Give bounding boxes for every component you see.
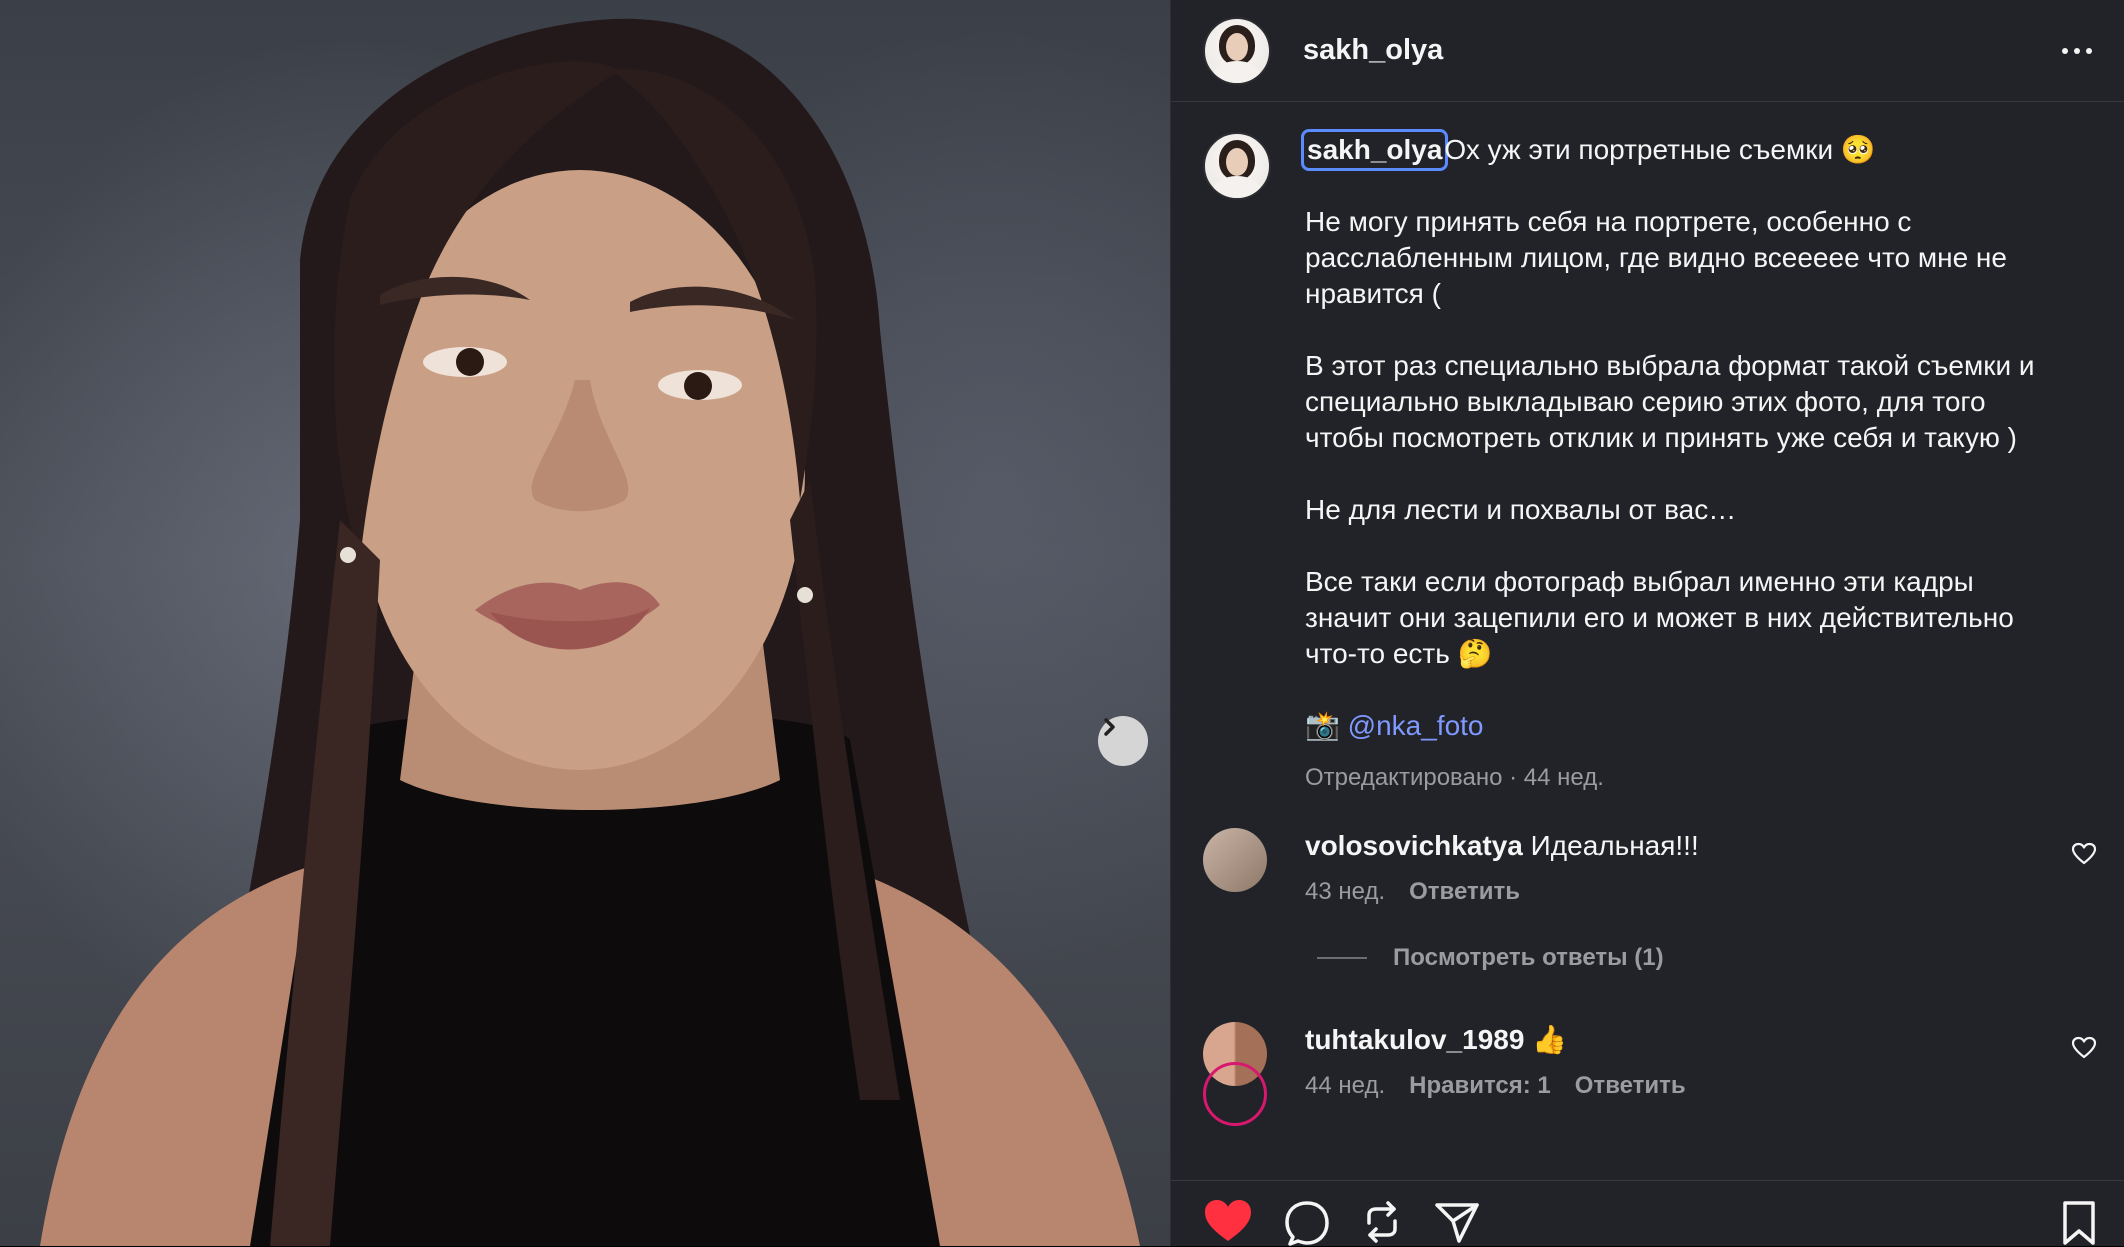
chevron-right-icon <box>1104 718 1115 736</box>
comment-username[interactable]: tuhtakulov_1989 <box>1305 1024 1524 1055</box>
caption-first-line: Ох уж эти портретные съемки 🥺 <box>1444 134 1876 165</box>
camera-icon: 📸 <box>1305 710 1340 741</box>
more-dots-icon[interactable] <box>2062 38 2092 64</box>
caption-paragraph: Все таки если фотограф выбрал именно эти… <box>1305 566 2014 669</box>
comment-text: Идеальная!!! <box>1530 830 1699 861</box>
replies-divider-line <box>1317 957 1367 959</box>
comment-time: 43 нед. <box>1305 878 1386 905</box>
comment-item: volosovichkatya Идеальная!!! 43 нед. Отв… <box>1171 828 2124 906</box>
heart-outline-icon[interactable] <box>2071 1036 2097 1060</box>
comment-time: 44 нед. <box>1305 1072 1386 1099</box>
post-header: sakh_olya <box>1171 0 2124 102</box>
caption-author-avatar[interactable] <box>1203 132 1271 200</box>
reply-button[interactable]: Ответить <box>1409 878 1520 906</box>
heart-outline-icon[interactable] <box>2071 842 2097 866</box>
heart-filled-icon[interactable] <box>1203 1199 1253 1243</box>
post-details-panel: sakh_olya sakh_olyaОх уж эти портретные … <box>1170 0 2124 1246</box>
commenter-avatar[interactable] <box>1203 1062 1267 1126</box>
post-caption: sakh_olyaОх уж эти портретные съемки 🥺 Н… <box>1171 102 2124 792</box>
comments-scroll-area[interactable]: sakh_olyaОх уж эти портретные съемки 🥺 Н… <box>1171 102 2124 1180</box>
photographer-mention-link[interactable]: @nka_foto <box>1348 710 1484 741</box>
caption-paragraph: Не для лести и похвалы от вас… <box>1305 494 1737 525</box>
caption-meta: Отредактировано · 44 нед. <box>1305 764 1604 791</box>
post-viewer: sakh_olya sakh_olyaОх уж эти портретные … <box>0 0 2124 1246</box>
post-photo[interactable] <box>0 0 1170 1246</box>
comment-username[interactable]: volosovichkatya <box>1305 830 1523 861</box>
bookmark-icon[interactable] <box>2061 1199 2097 1245</box>
next-photo-button[interactable] <box>1098 716 1148 766</box>
post-actions-bar <box>1171 1180 2124 1246</box>
paper-plane-icon[interactable] <box>1433 1199 1481 1245</box>
comment-bubble-icon[interactable] <box>1283 1199 1331 1247</box>
caption-paragraph: В этот раз специально выбрала формат так… <box>1305 350 2035 453</box>
comment-likes-button[interactable]: Нравится: 1 <box>1409 1072 1551 1100</box>
comment-text: 👍 <box>1532 1024 1568 1055</box>
comment-item: tuhtakulov_1989 👍 44 нед. Нравится: 1 От… <box>1171 1022 2124 1100</box>
author-avatar[interactable] <box>1203 16 1271 85</box>
reply-button[interactable]: Ответить <box>1575 1072 1686 1100</box>
caption-paragraph: Не могу принять себя на портрете, особен… <box>1305 206 2007 309</box>
caption-username[interactable]: sakh_olya <box>1300 129 1449 171</box>
commenter-avatar[interactable] <box>1203 828 1267 892</box>
repost-icon[interactable] <box>1361 1199 1403 1245</box>
view-replies-button[interactable]: Посмотреть ответы (1) <box>1171 944 2124 972</box>
view-replies-label: Посмотреть ответы (1) <box>1393 944 1664 971</box>
portrait-illustration <box>40 18 1140 1246</box>
author-username[interactable]: sakh_olya <box>1303 34 1443 67</box>
